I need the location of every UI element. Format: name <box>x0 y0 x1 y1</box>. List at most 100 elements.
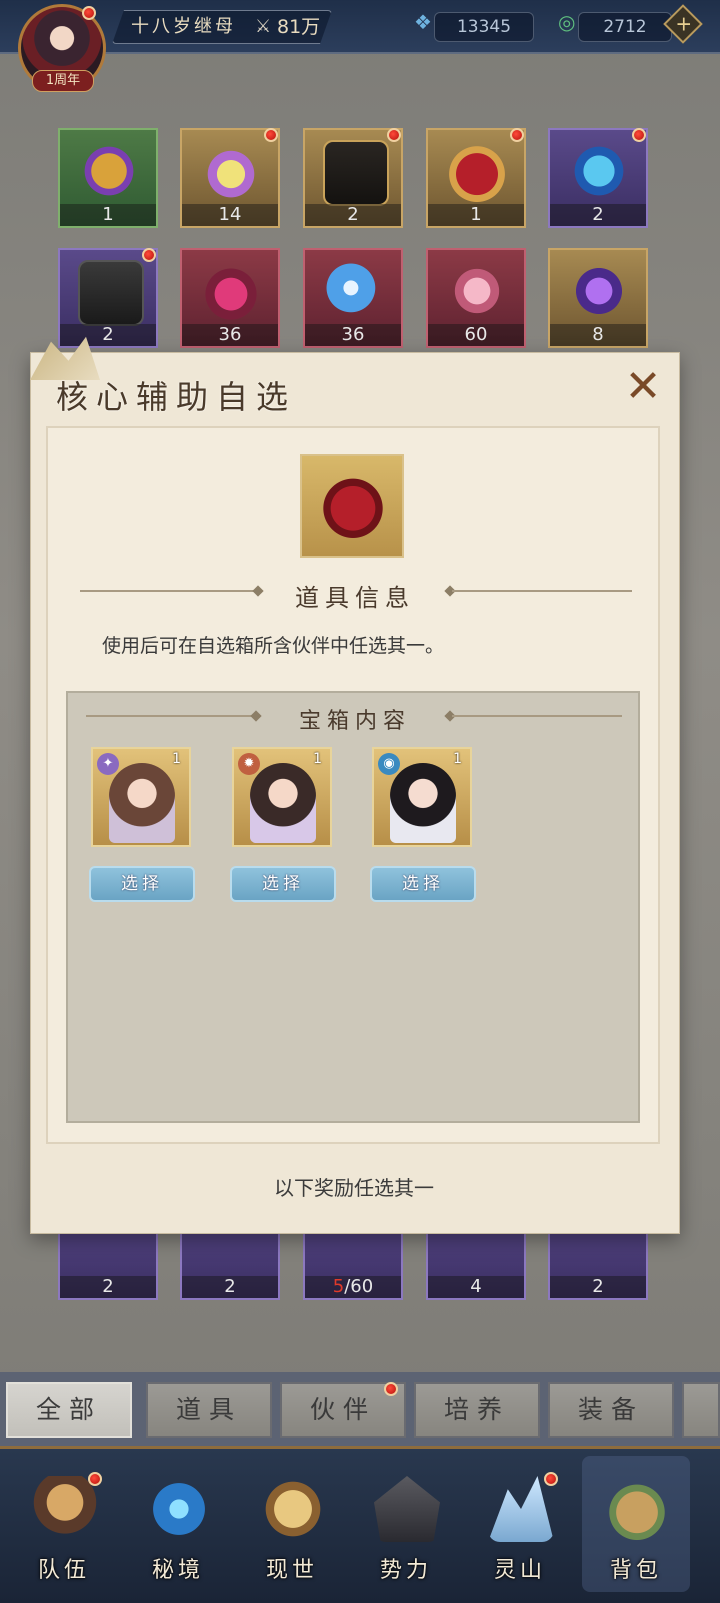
gem-icon: ❖ <box>414 10 432 34</box>
nav-label: 灵山 <box>493 1558 546 1583</box>
item-notification-dot <box>142 248 156 262</box>
bag-item[interactable]: 1 <box>426 128 526 228</box>
scroll-map-icon <box>260 1476 326 1542</box>
tab-items[interactable]: 道具 <box>146 1382 272 1438</box>
item-count: 8 <box>550 324 646 346</box>
item-preview <box>300 454 404 558</box>
partner-count: 1 <box>453 751 462 767</box>
player-power: 81万 <box>277 16 321 38</box>
crystal-flower-icon <box>200 140 262 202</box>
avatar-badge: 1周年 <box>32 70 94 92</box>
item-count: 4 <box>428 1276 524 1298</box>
nav-notification-dot <box>544 1472 558 1486</box>
nav-label: 势力 <box>379 1558 432 1583</box>
yinyang-orb-icon <box>446 260 508 322</box>
item-notification-dot <box>632 128 646 142</box>
item-count: 5/60 <box>305 1276 401 1298</box>
select-button[interactable]: 选择 <box>230 866 336 902</box>
partner-card[interactable]: ✦ 1 <box>91 747 191 847</box>
item-count: 2 <box>60 1276 156 1298</box>
nav-bag[interactable]: 背包 <box>582 1456 690 1592</box>
nav-label: 背包 <box>609 1558 662 1583</box>
close-button[interactable]: ✕ <box>622 365 664 409</box>
dialog-title: 核心辅助自选 <box>56 378 297 416</box>
bag-item[interactable]: 36 <box>303 248 403 348</box>
element-icon: ✦ <box>97 753 119 775</box>
item-count-need: /60 <box>344 1276 374 1297</box>
item-info-heading: 道具信息 <box>295 584 415 612</box>
palace-icon <box>374 1476 440 1542</box>
item-count: 2 <box>550 204 646 226</box>
element-icon: ✹ <box>238 753 260 775</box>
red-orb-icon <box>200 260 262 322</box>
bag-item[interactable]: 2 <box>303 128 403 228</box>
bag-item[interactable]: 2 <box>548 128 648 228</box>
element-icon: ◉ <box>378 753 400 775</box>
bag-item[interactable]: 2 <box>58 248 158 348</box>
divider <box>86 715 256 717</box>
tab-more[interactable] <box>682 1382 720 1438</box>
item-count: 1 <box>428 204 524 226</box>
item-notification-dot <box>387 128 401 142</box>
gem-counter: 13345 <box>434 12 534 42</box>
partner-card[interactable]: ✹ 1 <box>232 747 332 847</box>
partner-portrait <box>250 763 316 843</box>
blue-fish-orb-icon <box>568 140 630 202</box>
partner-count: 1 <box>172 751 181 767</box>
nav-notification-dot <box>88 1472 102 1486</box>
plus-icon: + <box>675 11 693 36</box>
player-info[interactable]: 十八岁继母 ⚔ 81万 <box>112 10 332 44</box>
avatar-notification-dot <box>82 6 96 20</box>
reward-hint: 以下奖励任选其一 <box>274 1176 434 1200</box>
tab-cultivate[interactable]: 培养 <box>414 1382 540 1438</box>
blue-pearl-icon <box>323 260 385 322</box>
bag-icon <box>604 1476 670 1542</box>
item-notification-dot <box>510 128 524 142</box>
player-name: 十八岁继母 <box>131 16 236 37</box>
dark-chest-icon <box>323 140 389 206</box>
bag-item[interactable]: 36 <box>180 248 280 348</box>
nav-world[interactable]: 现世 <box>238 1456 346 1592</box>
bag-item[interactable]: 8 <box>548 248 648 348</box>
nav-label: 现世 <box>265 1558 318 1583</box>
partner-count: 1 <box>313 751 322 767</box>
tab-notification-dot <box>384 1382 398 1396</box>
item-count: 36 <box>182 324 278 346</box>
power-icon: ⚔ <box>255 16 272 37</box>
select-button[interactable]: 选择 <box>89 866 195 902</box>
bag-item[interactable]: 14 <box>180 128 280 228</box>
partner-portrait <box>390 763 456 843</box>
bag-item[interactable]: 1 <box>58 128 158 228</box>
divider <box>80 590 260 592</box>
tab-all[interactable]: 全部 <box>6 1382 132 1438</box>
tab-equipment[interactable]: 装备 <box>548 1382 674 1438</box>
team-icon <box>32 1476 98 1542</box>
divider <box>452 715 622 717</box>
select-button[interactable]: 选择 <box>370 866 476 902</box>
bag-item[interactable]: 60 <box>426 248 526 348</box>
partner-card[interactable]: ◉ 1 <box>372 747 472 847</box>
item-count: 2 <box>60 324 156 346</box>
item-count-have: 5 <box>332 1276 345 1297</box>
jade-counter: 2712 <box>578 12 672 42</box>
mountain-icon <box>488 1476 554 1542</box>
jade-icon: ◎ <box>558 10 576 34</box>
nav-secret-realm[interactable]: 秘境 <box>124 1456 232 1592</box>
item-notification-dot <box>264 128 278 142</box>
nav-label: 秘境 <box>151 1558 204 1583</box>
red-chest-icon <box>320 472 386 538</box>
item-count: 2 <box>550 1276 646 1298</box>
partner-portrait <box>109 763 175 843</box>
chest-contents-heading: 宝箱内容 <box>298 709 411 734</box>
stone-chest-icon <box>78 260 144 326</box>
item-count: 1 <box>60 204 156 226</box>
purple-dragon-icon <box>568 260 630 322</box>
item-count: 60 <box>428 324 524 346</box>
red-chest-icon <box>446 140 508 202</box>
nav-label: 队伍 <box>37 1558 90 1583</box>
item-count: 36 <box>305 324 401 346</box>
nav-faction[interactable]: 势力 <box>352 1456 460 1592</box>
item-count: 2 <box>305 204 401 226</box>
item-description: 使用后可在自选箱所含伙伴中任选其一。 <box>102 635 445 657</box>
item-count: 2 <box>182 1276 278 1298</box>
